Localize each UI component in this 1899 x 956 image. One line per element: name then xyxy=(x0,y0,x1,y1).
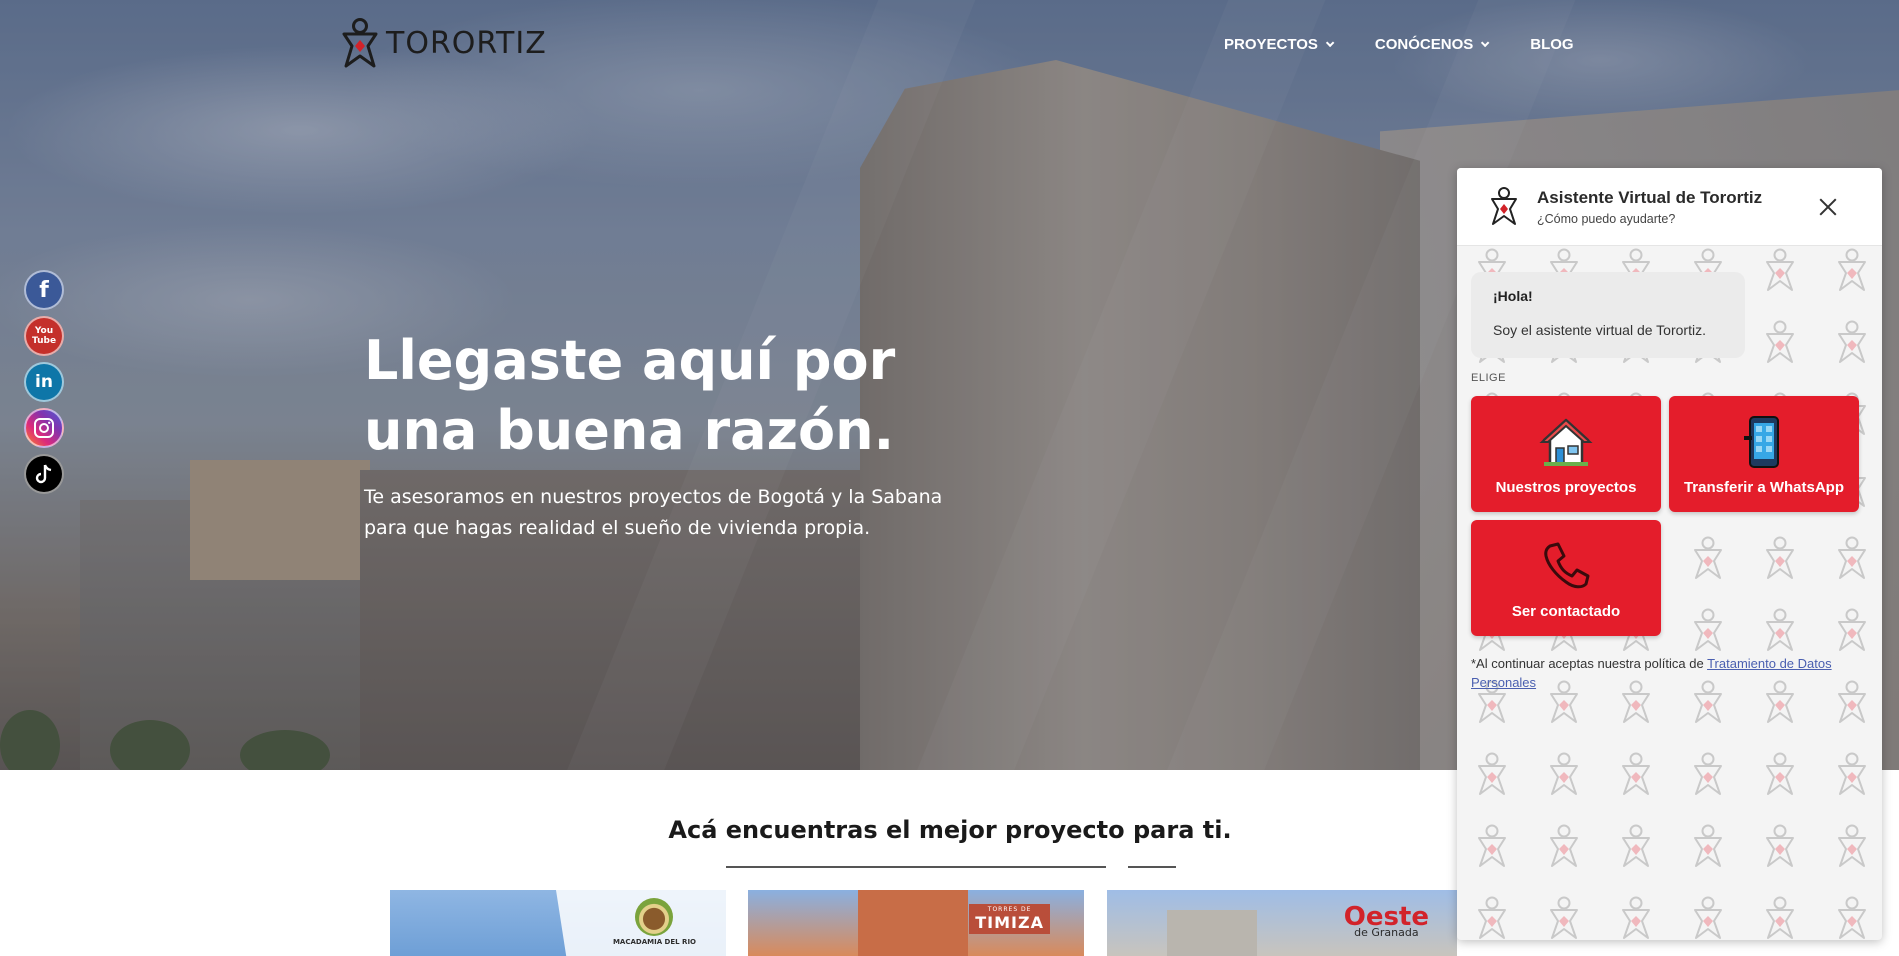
macadamia-logo-icon xyxy=(635,898,674,936)
choose-label: ELIGE xyxy=(1471,372,1506,384)
project-logo-text: MACADAMIA DEL RIO xyxy=(612,938,696,946)
project-card-timiza[interactable]: TORRES DE TIMIZA xyxy=(748,890,1084,956)
project-logo-small: de Granada xyxy=(1354,926,1419,939)
option-nuestros-proyectos-button[interactable]: Nuestros proyectos xyxy=(1471,396,1661,512)
nav-item-label: BLOG xyxy=(1530,36,1574,53)
nav-item-conocenos[interactable]: CONÓCENOS xyxy=(1374,36,1490,53)
facebook-icon[interactable]: f xyxy=(24,270,64,310)
project-building xyxy=(1167,910,1257,956)
chat-subtitle: ¿Cómo puedo ayudarte? xyxy=(1537,212,1676,226)
social-links: f You Tube in xyxy=(24,270,64,494)
divider-gap xyxy=(1106,865,1128,869)
project-card-macadamia[interactable]: MACADAMIA DEL RIO xyxy=(390,890,726,956)
privacy-consent-text: *Al continuar aceptas nuestra política d… xyxy=(1471,654,1871,692)
option-ser-contactado-button[interactable]: Ser contactado xyxy=(1471,520,1661,636)
chat-title: Asistente Virtual de Torortiz xyxy=(1537,188,1763,207)
instagram-icon[interactable] xyxy=(24,408,64,448)
instagram-glyph xyxy=(34,418,54,438)
hero-subtitle-line: para que hagas realidad el sueño de vivi… xyxy=(364,517,871,539)
telephone-icon xyxy=(1544,542,1590,589)
hero-subtitle: Te asesoramos en nuestros proyectos de B… xyxy=(364,482,964,544)
project-logo: Oeste de Granada xyxy=(1344,902,1429,939)
section-divider xyxy=(726,865,1176,869)
close-icon[interactable] xyxy=(1815,194,1841,220)
virtual-assistant-widget: Asistente Virtual de Torortiz ¿Cómo pued… xyxy=(1457,168,1882,940)
chevron-down-icon xyxy=(1481,38,1490,47)
project-logo: MACADAMIA DEL RIO xyxy=(613,898,696,946)
hero-title-line: Llegaste aquí por xyxy=(364,329,896,392)
linkedin-icon[interactable]: in xyxy=(24,362,64,402)
hero-title-line: una buena razón. xyxy=(364,399,895,462)
torortiz-logo-icon xyxy=(342,18,378,68)
consent-prefix: *Al continuar aceptas nuestra política d… xyxy=(1471,656,1708,671)
brand-name: TORORTIZ xyxy=(386,25,547,61)
tiktok-icon[interactable] xyxy=(24,454,64,494)
option-whatsapp-button[interactable]: Transferir a WhatsApp xyxy=(1669,396,1859,512)
brand-logo[interactable]: TORORTIZ xyxy=(340,18,547,68)
project-logo: TORRES DE TIMIZA xyxy=(969,904,1050,934)
youtube-glyph: You Tube xyxy=(31,326,57,346)
nav-item-blog[interactable]: BLOG xyxy=(1530,36,1573,53)
message-greeting: ¡Hola! xyxy=(1493,288,1533,304)
hero-title: Llegaste aquí por una buena razón. xyxy=(364,326,964,466)
option-label: Nuestros proyectos xyxy=(1495,479,1637,496)
phone-mobile-icon xyxy=(1744,416,1779,468)
facebook-glyph: f xyxy=(39,277,49,303)
youtube-icon[interactable]: You Tube xyxy=(24,316,64,356)
assistant-avatar-icon xyxy=(1491,187,1517,225)
tiktok-glyph xyxy=(35,464,52,484)
nav-item-proyectos[interactable]: PROYECTOS xyxy=(1224,36,1335,53)
project-logo-text: TIMIZA xyxy=(975,913,1044,932)
house-icon xyxy=(1539,418,1593,466)
chat-body[interactable]: ¡Hola! Soy el asistente virtual de Toror… xyxy=(1457,246,1882,940)
nav-item-label: PROYECTOS xyxy=(1224,36,1318,53)
hero-subtitle-line: Te asesoramos en nuestros proyectos de B… xyxy=(364,486,943,508)
option-label: Transferir a WhatsApp xyxy=(1683,479,1845,496)
option-label: Ser contactado xyxy=(1511,603,1621,620)
section-title: Acá encuentras el mejor proyecto para ti… xyxy=(668,816,1232,844)
project-building xyxy=(858,890,968,956)
assistant-message: ¡Hola! Soy el asistente virtual de Toror… xyxy=(1471,272,1745,358)
project-logo-small: TORRES DE xyxy=(987,906,1032,913)
chevron-down-icon xyxy=(1325,38,1335,47)
main-nav: PROYECTOS CONÓCENOS BLOG xyxy=(1224,36,1574,53)
chat-header: Asistente Virtual de Torortiz ¿Cómo pued… xyxy=(1457,168,1882,246)
page: TORORTIZ PROYECTOS CONÓCENOS BLOG f You … xyxy=(0,0,1899,956)
nav-item-label: CONÓCENOS xyxy=(1374,36,1474,53)
project-card-oeste[interactable]: Oeste de Granada xyxy=(1107,890,1457,956)
message-text: Soy el asistente virtual de Torortiz. xyxy=(1493,322,1706,338)
linkedin-glyph: in xyxy=(35,372,53,392)
